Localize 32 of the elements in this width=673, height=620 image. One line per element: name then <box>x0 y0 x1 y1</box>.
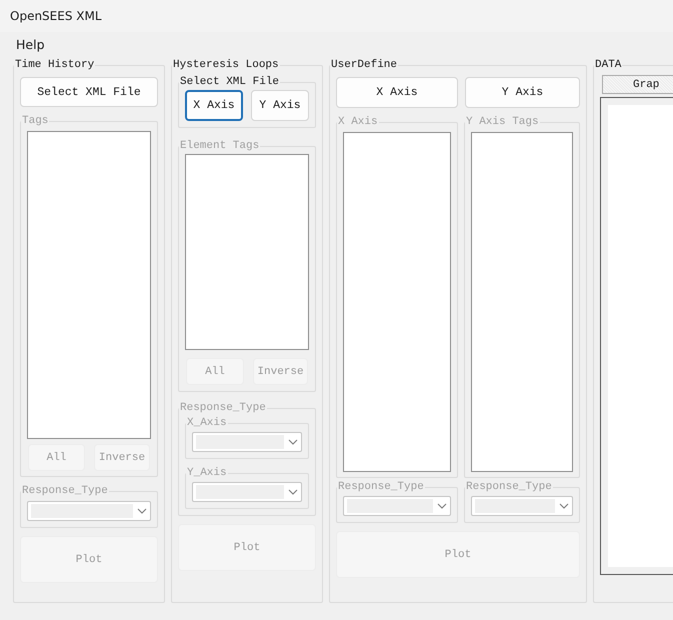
list-box[interactable] <box>185 154 309 350</box>
group-label: Select XML File <box>180 76 280 88</box>
menu-item[interactable]: Help <box>16 36 44 52</box>
group-label: Y_Axis <box>187 467 227 479</box>
select-file-button[interactable]: Select XML File <box>20 77 158 107</box>
group-label: Response_Type <box>180 402 266 414</box>
group-label: Response_Type <box>338 481 424 493</box>
chevron-icon <box>559 503 569 509</box>
list-box[interactable] <box>343 132 451 472</box>
group-label: Time History <box>15 59 94 71</box>
group-label: Tags <box>22 115 48 127</box>
group-label: UserDefine <box>331 59 398 71</box>
chevron-icon <box>437 503 447 509</box>
group-label: Element Tags <box>180 140 260 152</box>
list-box[interactable] <box>27 131 151 439</box>
window-title: OpenSEES XML <box>10 9 102 23</box>
chevron-icon <box>137 508 147 514</box>
x-axis-button[interactable]: X Axis <box>185 90 243 121</box>
group-label: X_Axis <box>187 417 227 429</box>
group-label: Hysteresis Loops <box>173 59 279 71</box>
graph-tab[interactable]: Grap <box>602 75 673 94</box>
group-label: Response_Type <box>22 485 108 497</box>
x-axis-button[interactable]: X Axis <box>336 77 458 108</box>
group-label: Y Axis Tags <box>466 116 539 128</box>
group-label: DATA <box>595 59 622 71</box>
list-box[interactable] <box>471 132 573 472</box>
chevron-icon <box>288 439 298 445</box>
y-axis-button[interactable]: Y Axis <box>465 77 580 108</box>
chevron-icon <box>288 489 298 495</box>
group-label: X Axis <box>338 116 378 128</box>
group-label: Response_Type <box>466 481 552 493</box>
y-axis-button[interactable]: Y Axis <box>251 90 309 121</box>
